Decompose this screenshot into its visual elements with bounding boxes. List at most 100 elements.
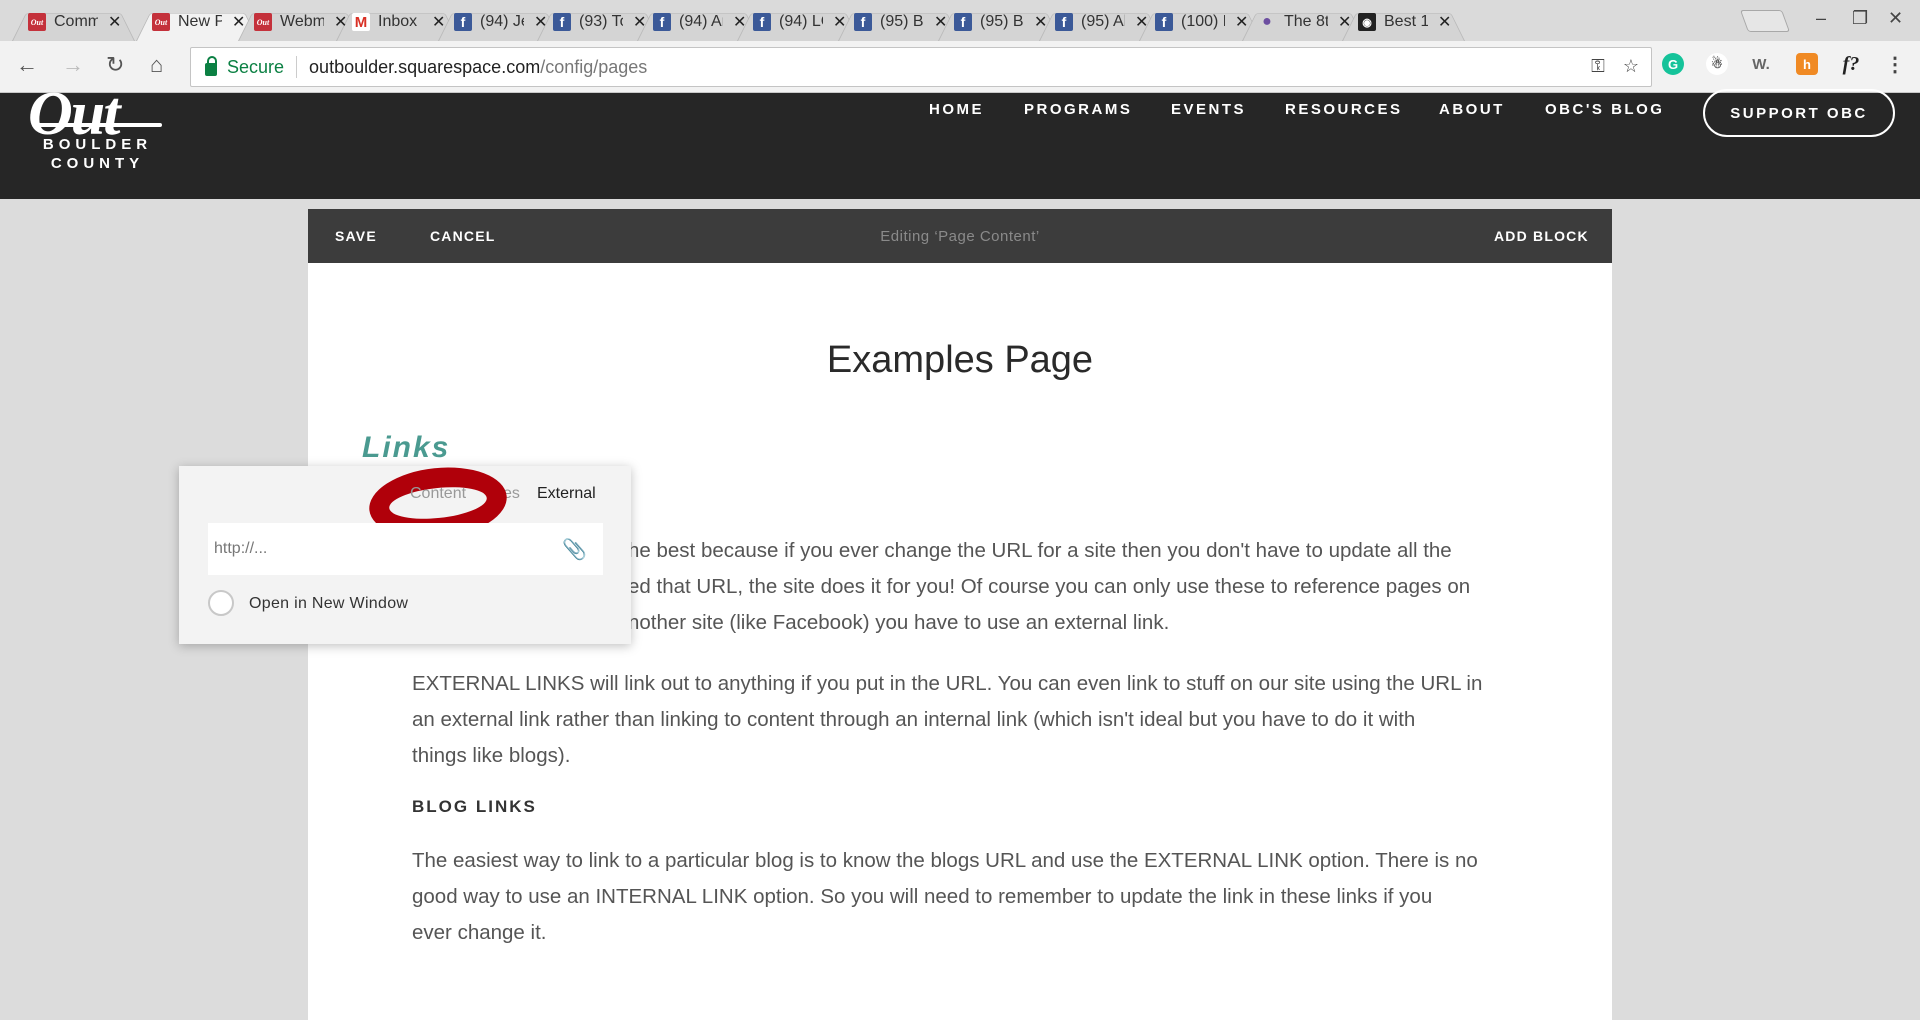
honey-icon[interactable]: h [1796, 53, 1818, 75]
facebook-icon: f [1055, 13, 1073, 31]
link-editor-popup: es Content External 📎 Open in New Window [179, 460, 631, 644]
links-heading: Links [362, 431, 451, 464]
tab-title: (94) LG [779, 13, 823, 30]
logo-text: BOULDER COUNTY [40, 135, 155, 173]
logo-underline [32, 123, 162, 127]
grammarly-icon[interactable]: G [1662, 53, 1684, 75]
close-tab-icon[interactable]: ✕ [432, 12, 445, 32]
paragraph-external-links[interactable]: EXTERNAL LINKS will link out to anything… [412, 666, 1572, 774]
close-tab-icon[interactable]: ✕ [633, 12, 646, 32]
tab-title: (95) Bi [880, 13, 924, 30]
paragraph-line: things like blogs). [412, 744, 571, 767]
paragraph-line: ed that URL, the site does it for you! O… [628, 575, 1471, 598]
logo-line-2: COUNTY [50, 155, 145, 172]
tab-title: (95) Bo [980, 13, 1024, 30]
divider [296, 56, 298, 78]
key-icon[interactable]: ⚿ [1591, 56, 1605, 77]
paperclip-icon[interactable]: 📎 [562, 537, 587, 562]
paragraph-line: good way to use an INTERNAL LINK option.… [412, 885, 1433, 908]
browser-tab[interactable]: ◉ Best 10 ✕ [1336, 3, 1459, 41]
menu-icon[interactable]: ⋮ [1884, 53, 1906, 76]
nav-resources[interactable]: RESOURCES [1285, 101, 1403, 118]
new-tab-button[interactable] [1739, 10, 1791, 32]
out-icon: Out [254, 13, 272, 31]
tab-title: New Pa [178, 13, 222, 30]
facebook-icon: f [653, 13, 671, 31]
nav-events[interactable]: EVENTS [1171, 101, 1246, 118]
paragraph-blog-links[interactable]: The easiest way to link to a particular … [412, 843, 1572, 951]
nav-home[interactable]: HOME [929, 101, 984, 118]
w-extension-icon[interactable]: W. [1750, 53, 1772, 75]
tab-title: (94) Je [480, 13, 524, 30]
camera-icon: ◉ [1358, 13, 1376, 31]
back-icon[interactable]: ← [16, 52, 38, 78]
address-bar[interactable]: Secure outboulder.squarespace.com/config… [190, 47, 1652, 87]
support-obc-button[interactable]: SUPPORT OBC [1703, 89, 1895, 137]
site-header: Out BOULDER COUNTY HOME PROGRAMS EVENTS … [0, 80, 1920, 199]
browser-toolbar: ← → ↻ ⌂ Secure outboulder.squarespace.co… [0, 41, 1920, 93]
close-tab-icon[interactable]: ✕ [1034, 12, 1047, 32]
close-window-icon[interactable]: ✕ [1888, 8, 1903, 29]
tab-title: (95) Al [1081, 13, 1125, 30]
close-tab-icon[interactable]: ✕ [534, 12, 547, 32]
close-tab-icon[interactable]: ✕ [1338, 12, 1351, 32]
tab-title: Webma [280, 13, 324, 30]
open-new-window-label: Open in New Window [249, 595, 409, 612]
paragraph-line: an external link rather than linking to … [412, 708, 1416, 731]
close-tab-icon[interactable]: ✕ [232, 12, 245, 32]
url-path: /config/pages [540, 56, 648, 77]
close-tab-icon[interactable]: ✕ [1135, 12, 1148, 32]
nav-programs[interactable]: PROGRAMS [1024, 101, 1132, 118]
browser-tab[interactable]: Out Comm ✕ [6, 3, 129, 41]
close-tab-icon[interactable]: ✕ [733, 12, 746, 32]
url-host: outboulder.squarespace.com [309, 56, 541, 77]
fontface-ninja-icon[interactable]: f? [1840, 53, 1862, 75]
page-title: Examples Page [826, 339, 1094, 381]
facebook-icon: f [454, 13, 472, 31]
nav-obcs-blog[interactable]: OBC'S BLOG [1545, 101, 1664, 118]
minimize-icon[interactable]: – [1816, 8, 1826, 29]
evernote-icon[interactable]: ☃ [1706, 53, 1728, 75]
close-tab-icon[interactable]: ✕ [108, 12, 121, 32]
restore-icon[interactable]: ❐ [1852, 8, 1868, 29]
gmail-icon: M [352, 13, 370, 31]
tab-title: (100) F [1181, 13, 1225, 30]
tab-title: Comm [54, 13, 98, 30]
forward-icon[interactable]: → [62, 52, 84, 78]
close-tab-icon[interactable]: ✕ [1438, 12, 1451, 32]
paragraph-line: The easiest way to link to a particular … [412, 849, 1478, 872]
close-tab-icon[interactable]: ✕ [334, 12, 347, 32]
browser-tab-strip: Out Comm ✕ Out New Pa ✕ Out Webma ✕ M Inbox (✕ f (94… [0, 0, 1920, 41]
close-tab-icon[interactable]: ✕ [833, 12, 846, 32]
secure-label: Secure [227, 56, 285, 77]
paragraph-line: nother site (like Facebook) you have to … [628, 611, 1170, 634]
paragraph-internal-links[interactable]: he best because if you ever change the U… [628, 533, 1528, 641]
add-block-button[interactable]: ADD BLOCK [1494, 228, 1589, 244]
home-icon[interactable]: ⌂ [150, 52, 163, 78]
tab-external[interactable]: External [537, 485, 596, 503]
url-field[interactable]: 📎 [208, 523, 603, 575]
lock-icon [205, 55, 217, 76]
facebook-icon: f [1155, 13, 1173, 31]
drop-icon: ● [1262, 13, 1272, 30]
paragraph-line: EXTERNAL LINKS will link out to anything… [412, 672, 1483, 695]
blog-links-heading: BLOG LINKS [412, 797, 537, 816]
paragraph-line: ever change it. [412, 921, 547, 944]
facebook-icon: f [854, 13, 872, 31]
tab-title: (94) Ar [679, 13, 723, 30]
out-icon: Out [28, 13, 46, 31]
nav-about[interactable]: ABOUT [1439, 101, 1505, 118]
editing-title: Editing ‘Page Content’ [880, 228, 1040, 245]
reload-icon[interactable]: ↻ [106, 52, 124, 78]
facebook-icon: f [753, 13, 771, 31]
bookmark-star-icon[interactable]: ☆ [1623, 56, 1639, 77]
save-button[interactable]: SAVE [335, 228, 377, 244]
url-input[interactable] [214, 540, 544, 558]
close-tab-icon[interactable]: ✕ [1235, 12, 1248, 32]
cancel-button[interactable]: CANCEL [430, 228, 496, 244]
open-new-window-toggle[interactable] [208, 590, 234, 616]
tab-title: Inbox ( [378, 13, 422, 30]
close-tab-icon[interactable]: ✕ [934, 12, 947, 32]
tab-content[interactable]: Content [410, 485, 466, 503]
tab-title: Best 10 [1384, 13, 1428, 30]
